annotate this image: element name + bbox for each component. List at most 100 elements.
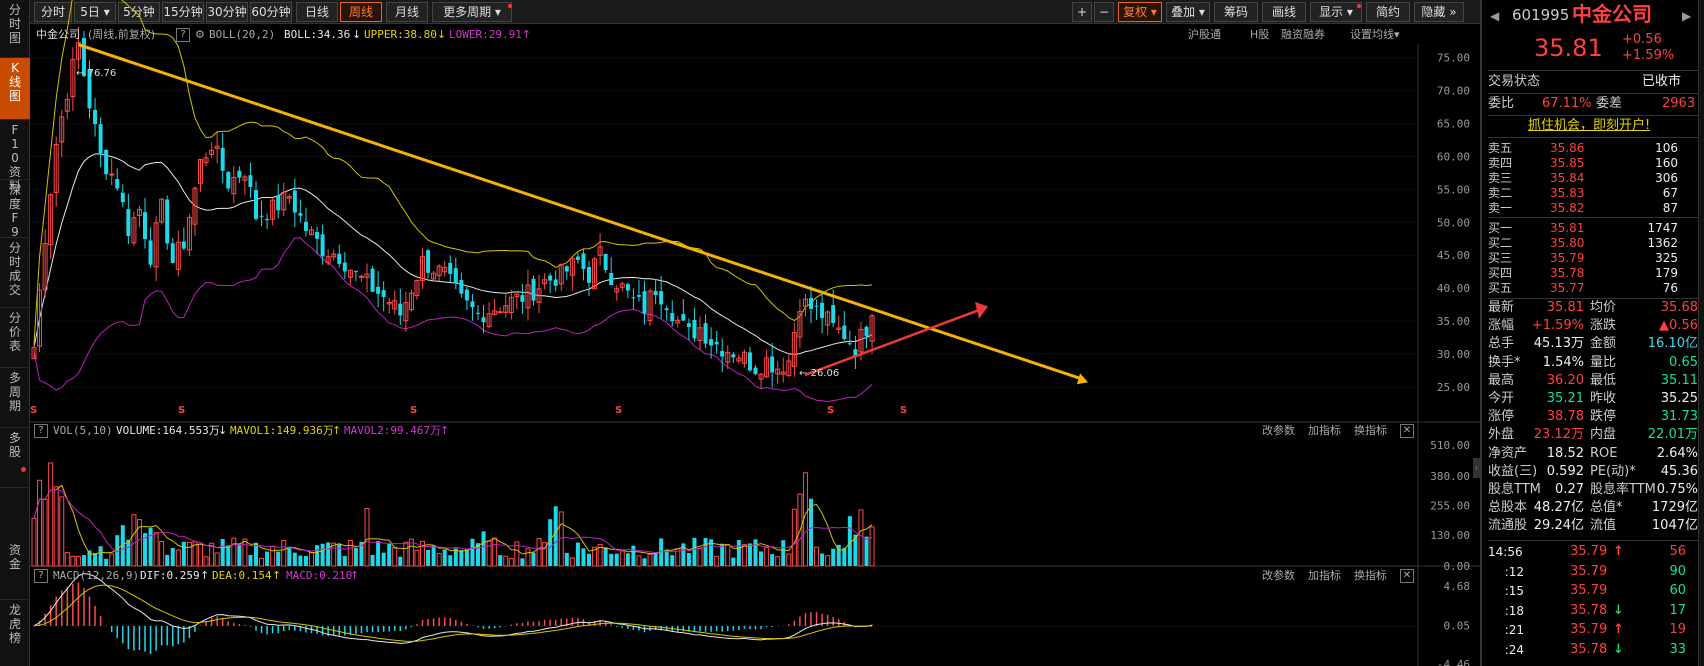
- candle-body-down: [714, 341, 719, 345]
- volume-bar: [143, 533, 147, 566]
- side-edge-tab[interactable]: [1698, 0, 1704, 666]
- close-icon[interactable]: ✕: [1400, 569, 1414, 583]
- volume-bar: [542, 542, 548, 567]
- candle-body-down: [98, 124, 103, 154]
- nav-funds[interactable]: 资金: [0, 540, 30, 600]
- period-fenshi[interactable]: 分时: [34, 2, 72, 22]
- vol-edit-params-button[interactable]: 改参数: [1262, 423, 1295, 439]
- candle-body-down: [564, 266, 569, 272]
- volume-value: VOLUME:164.553万: [116, 424, 220, 437]
- tick-time: :15: [1504, 584, 1524, 598]
- volume-bar: [408, 538, 414, 567]
- link-hugutong[interactable]: 沪股通: [1188, 27, 1221, 43]
- volume-bar: [175, 549, 181, 567]
- nav-trades[interactable]: 分时成交: [0, 238, 30, 308]
- period-weekly[interactable]: 周线: [340, 2, 382, 22]
- divider: [1488, 217, 1700, 218]
- display-button[interactable]: 显示 ▾: [1310, 2, 1362, 22]
- link-margin[interactable]: 融资融券: [1281, 27, 1325, 43]
- candle-body-up: [486, 313, 492, 328]
- candle-body-down: [448, 262, 453, 274]
- draw-line-button[interactable]: 画线: [1262, 2, 1306, 22]
- signal-marker: S: [827, 405, 835, 416]
- macd-edit-params-button[interactable]: 改参数: [1262, 568, 1295, 584]
- volume-bar: [642, 558, 647, 566]
- stat-label: 内盘: [1590, 427, 1617, 443]
- volume-bar: [697, 548, 703, 567]
- period-30min[interactable]: 30分钟: [206, 2, 248, 22]
- chips-button[interactable]: 筹码: [1214, 2, 1258, 22]
- period-60min[interactable]: 60分钟: [250, 2, 292, 22]
- nav-f10[interactable]: F10资料: [0, 120, 30, 193]
- arrow-up-icon: ↑: [522, 28, 532, 41]
- bid-level-label: 买三: [1488, 251, 1513, 265]
- stat-label: 最新: [1488, 300, 1515, 315]
- help-icon[interactable]: ?: [34, 569, 48, 583]
- bid-volume: 325: [1655, 251, 1678, 265]
- period-15min[interactable]: 15分钟: [162, 2, 204, 22]
- chevron-left-icon[interactable]: ◀: [1490, 8, 1499, 24]
- candle-body-down: [820, 302, 825, 318]
- volume-bar: [281, 539, 287, 567]
- period-daily[interactable]: 日线: [296, 2, 338, 22]
- help-icon[interactable]: ?: [176, 28, 190, 42]
- volume-bar: [514, 541, 520, 567]
- nav-multi-period[interactable]: 多周期: [0, 368, 30, 428]
- promo-link[interactable]: 抓住机会，即刻开户!: [1528, 118, 1650, 134]
- volume-bar: [370, 554, 375, 566]
- bid-level-label: 买一: [1488, 221, 1513, 235]
- link-hshare[interactable]: H股: [1250, 27, 1269, 43]
- nav-price-table[interactable]: 分价表: [0, 308, 30, 368]
- candle-body-up: [503, 305, 509, 313]
- weicha-label: 委差: [1596, 96, 1623, 111]
- stat-label: 金额: [1590, 336, 1617, 352]
- nav-depth[interactable]: 深度F9: [0, 180, 30, 239]
- volume-bar: [753, 539, 758, 566]
- help-icon[interactable]: ?: [34, 424, 48, 438]
- candle-body-up: [198, 158, 203, 184]
- volume-bar: [198, 543, 203, 567]
- volume-bar: [481, 531, 486, 566]
- bid-price: 35.80: [1550, 236, 1585, 250]
- fuquan-button[interactable]: 复权 ▾: [1118, 2, 1162, 22]
- period-5min[interactable]: 5分钟: [118, 2, 160, 22]
- nav-kline[interactable]: K线图: [0, 58, 30, 120]
- volume-bar: [609, 553, 614, 566]
- gear-icon[interactable]: ⚙: [195, 27, 205, 43]
- candle-body-down: [148, 240, 153, 265]
- stat-value: 45.13万: [1533, 336, 1584, 352]
- simple-mode-button[interactable]: 简约: [1366, 2, 1410, 22]
- zoom-in-button[interactable]: +: [1072, 2, 1092, 22]
- more-periods-button[interactable]: 更多周期 ▾: [432, 2, 512, 22]
- period-5day[interactable]: 5日 ▾: [74, 2, 116, 22]
- overlay-button[interactable]: 叠加 ▾: [1166, 2, 1210, 22]
- ask-level-label: 卖二: [1488, 186, 1513, 200]
- bid-price: 35.79: [1550, 251, 1585, 265]
- price-change: +0.56: [1622, 32, 1662, 47]
- set-ma-button[interactable]: 设置均线▾: [1350, 27, 1400, 43]
- vol-add-indicator-button[interactable]: 加指标: [1308, 423, 1341, 439]
- chevron-right-icon[interactable]: ▶: [1682, 8, 1691, 24]
- vol-y-tick: 255.00: [1430, 500, 1470, 513]
- volume-bar: [237, 544, 242, 566]
- chart-canvas: 75.00 70.00 65.00 60.00 55.00 50.00 45.00 40.00…: [30, 0, 1480, 666]
- close-icon[interactable]: ✕: [1400, 424, 1414, 438]
- candle-body-down: [692, 319, 697, 339]
- collapse-panel-handle[interactable]: ‹: [1473, 458, 1480, 478]
- hide-panel-button[interactable]: 隐藏 »: [1414, 2, 1464, 22]
- volume-bar: [553, 506, 558, 566]
- nav-multi-stock[interactable]: 多股: [0, 428, 30, 488]
- nav-fenshi[interactable]: 分时图: [0, 0, 30, 58]
- period-monthly[interactable]: 月线: [386, 2, 428, 22]
- vol-switch-indicator-button[interactable]: 换指标: [1354, 423, 1387, 439]
- volume-bar: [192, 541, 198, 567]
- weicha-value: 2963: [1662, 96, 1696, 111]
- candle-body-up: [53, 144, 59, 193]
- nav-dragon-tiger[interactable]: 龙虎榜: [0, 600, 30, 666]
- stat-value: 35.81: [1546, 300, 1584, 315]
- macd-switch-indicator-button[interactable]: 换指标: [1354, 568, 1387, 584]
- volume-bar: [564, 552, 569, 566]
- macd-add-indicator-button[interactable]: 加指标: [1308, 568, 1341, 584]
- zoom-out-button[interactable]: −: [1094, 2, 1114, 22]
- volume-bar: [48, 462, 54, 567]
